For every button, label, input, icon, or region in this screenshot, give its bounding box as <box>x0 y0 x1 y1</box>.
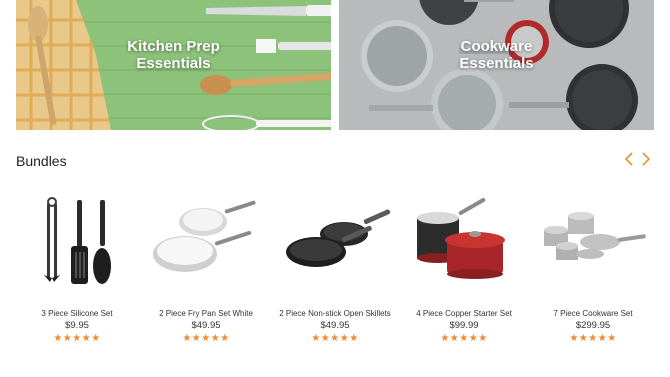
product-card[interactable]: 2 Piece Non-stick Open Skillets $49.95 ★… <box>272 190 398 350</box>
product-name[interactable]: 4 Piece Copper Starter Set <box>391 309 537 318</box>
bundles-heading: Bundles <box>16 153 67 169</box>
star-rating: ★★★★★ <box>569 333 617 344</box>
product-price: $9.95 <box>65 320 89 331</box>
chevron-left-icon <box>624 152 633 166</box>
fry-pan-set-image <box>153 200 256 272</box>
star-rating: ★★★★★ <box>182 333 230 344</box>
star-rating: ★★★★★ <box>53 333 101 344</box>
chevron-right-icon <box>642 152 651 166</box>
cookware-title-line2: Essentials <box>459 55 534 72</box>
carousel-next-button[interactable] <box>639 150 653 168</box>
star-rating: ★★★★★ <box>311 333 359 344</box>
product-card[interactable]: 7 Piece Cookware Set $299.95 ★★★★★ <box>530 190 656 350</box>
product-card[interactable]: 3 Piece Silicone Set $9.95 ★★★★★ <box>14 190 140 350</box>
cookware-title: Cookware Essentials <box>339 38 654 72</box>
kitchen-prep-banner[interactable]: Kitchen Prep Essentials <box>16 0 331 130</box>
kitchen-prep-title: Kitchen Prep Essentials <box>16 38 331 72</box>
product-card[interactable]: 4 Piece Copper Starter Set $99.99 ★★★★★ <box>401 190 527 350</box>
star-rating: ★★★★★ <box>440 333 488 344</box>
product-name[interactable]: 2 Piece Fry Pan Set White <box>133 309 279 318</box>
product-card[interactable]: 2 Piece Fry Pan Set White $49.95 ★★★★★ <box>143 190 269 350</box>
copper-starter-set-image <box>417 198 505 279</box>
product-price: $299.95 <box>575 320 611 331</box>
cookware-banner[interactable]: Cookware Essentials <box>339 0 654 130</box>
silicone-set-image <box>44 197 111 284</box>
product-price: $99.99 <box>449 320 479 331</box>
cookware-set-image <box>544 212 646 260</box>
product-price: $49.95 <box>191 320 221 331</box>
product-price: $49.95 <box>320 320 350 331</box>
product-name[interactable]: 7 Piece Cookware Set <box>520 309 666 318</box>
kitchen-prep-title-line1: Kitchen Prep <box>127 38 220 55</box>
kitchen-prep-title-line2: Essentials <box>136 55 211 72</box>
skillets-image <box>286 209 391 267</box>
carousel-prev-button[interactable] <box>622 150 636 168</box>
bundles-carousel: 3 Piece Silicone Set $9.95 ★★★★★ 2 Piece… <box>0 190 670 350</box>
product-name[interactable]: 2 Piece Non-stick Open Skillets <box>262 309 408 318</box>
product-name[interactable]: 3 Piece Silicone Set <box>4 309 150 318</box>
cookware-title-line1: Cookware <box>460 38 533 55</box>
